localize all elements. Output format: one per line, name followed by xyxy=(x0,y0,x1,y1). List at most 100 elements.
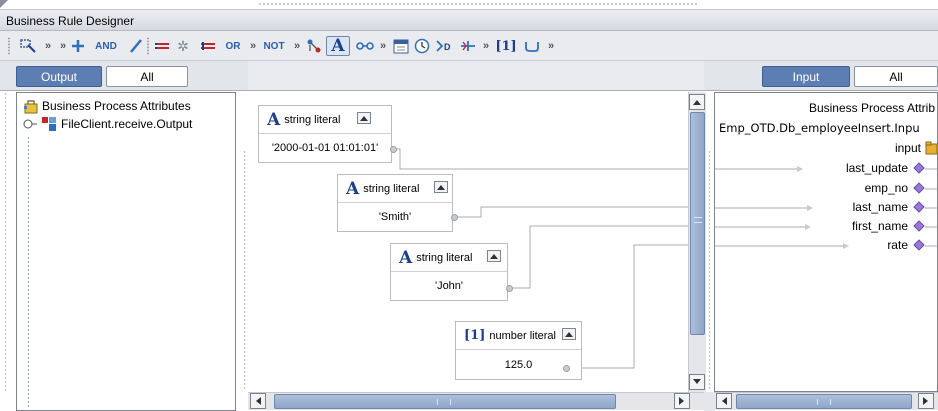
clock-icon[interactable] xyxy=(413,36,431,56)
top-drag-grip[interactable] xyxy=(258,2,698,6)
field-emp-no[interactable]: emp_no xyxy=(864,179,925,197)
string-literal-icon: A xyxy=(399,247,413,268)
field-rate[interactable]: rate xyxy=(887,236,925,254)
output-port[interactable] xyxy=(506,285,513,292)
tree-node-input[interactable]: input xyxy=(895,139,937,157)
thumb-grip xyxy=(437,399,451,405)
tree-node-label: Emp_OTD.Db_employeeInsert.Inpu xyxy=(719,121,920,135)
field-label: rate xyxy=(887,238,908,252)
literal-value[interactable]: '2000-01-01 01:01:01' xyxy=(259,134,391,162)
field-last-name[interactable]: last_name xyxy=(852,198,925,216)
scroll-right-button[interactable] xyxy=(674,393,690,409)
add-icon[interactable] xyxy=(70,36,86,56)
string-literal-node[interactable]: A string literal 'John' xyxy=(390,243,508,301)
collapse-node-button[interactable] xyxy=(487,250,501,262)
string-literal-node[interactable]: A string literal 'Smith' xyxy=(337,174,453,232)
collapse-node-button[interactable] xyxy=(562,328,576,340)
tab-input[interactable]: Input xyxy=(762,66,850,87)
field-last-update[interactable]: last_update xyxy=(845,159,925,177)
branch-icon[interactable] xyxy=(305,36,323,56)
scroll-left-button[interactable] xyxy=(716,393,732,409)
more-tools-icon[interactable]: » xyxy=(291,36,303,56)
literal-value[interactable]: 125.0 xyxy=(456,350,581,379)
calendar-icon[interactable] xyxy=(392,36,410,56)
string-literal-node[interactable]: A string literal '2000-01-01 01:01:01' xyxy=(258,105,392,163)
equals-icon[interactable] xyxy=(153,36,171,56)
field-connector-icon[interactable] xyxy=(913,182,925,194)
tree-node-label: FileClient.receive.Output xyxy=(61,117,193,131)
left-splitter[interactable] xyxy=(243,150,246,390)
field-connector-icon[interactable] xyxy=(913,162,925,174)
and-operator-button[interactable]: AND xyxy=(89,36,123,56)
toolbar-grip xyxy=(8,37,10,55)
input-horizontal-scrollbar[interactable] xyxy=(714,392,938,410)
thumb-grip xyxy=(694,217,702,223)
left-panel-grip[interactable] xyxy=(4,92,7,392)
tree-node-label: input xyxy=(894,141,921,155)
input-tab-bar: Input All xyxy=(704,61,938,91)
canvas-tab-spacer xyxy=(248,61,704,91)
input-tree-panel: Business Process Attrib Emp_OTD.Db_emplo… xyxy=(714,92,938,392)
field-label: last_name xyxy=(852,200,908,214)
undo-icon[interactable] xyxy=(522,36,542,56)
scroll-right-button[interactable] xyxy=(918,393,934,409)
output-port[interactable] xyxy=(563,365,570,372)
scroll-up-button[interactable] xyxy=(689,94,705,110)
scroll-left-button[interactable] xyxy=(250,393,266,409)
vertical-scroll-thumb[interactable] xyxy=(690,112,705,335)
more-tools-icon[interactable]: » xyxy=(377,36,389,56)
split-icon[interactable] xyxy=(459,36,477,56)
literal-type-label: string literal xyxy=(416,251,473,264)
convert-icon[interactable]: D xyxy=(434,36,456,56)
field-connector-icon[interactable] xyxy=(913,201,925,213)
more-tools-icon[interactable]: » xyxy=(41,36,55,56)
tree-node-business-process-attributes[interactable]: Business Process Attributes xyxy=(23,97,191,115)
more-tools-icon[interactable]: » xyxy=(56,36,70,56)
field-connector-icon[interactable] xyxy=(913,220,925,232)
tab-input-all[interactable]: All xyxy=(854,66,938,87)
folder-icon xyxy=(925,141,937,155)
more-tools-icon[interactable]: » xyxy=(247,36,259,56)
tab-output-all[interactable]: All xyxy=(106,66,188,87)
horizontal-scroll-thumb[interactable] xyxy=(274,394,616,409)
tree-node-emp-otd[interactable]: Emp_OTD.Db_employeeInsert.Inpu xyxy=(719,119,937,137)
more-tools-icon[interactable]: » xyxy=(480,36,492,56)
select-tool-icon[interactable] xyxy=(17,36,39,56)
horizontal-scroll-thumb[interactable] xyxy=(736,394,912,409)
more-tools-icon[interactable]: » xyxy=(545,36,557,56)
divide-icon[interactable] xyxy=(128,36,144,56)
collapse-node-button[interactable] xyxy=(434,181,448,193)
or-operator-button[interactable]: OR xyxy=(220,36,246,56)
field-label: last_update xyxy=(845,161,908,175)
number-literal-node[interactable]: [1] number literal 125.0 xyxy=(455,321,582,380)
collapse-corner-icon[interactable] xyxy=(0,0,8,8)
designer-title-bar: Business Rule Designer xyxy=(0,9,938,31)
output-port[interactable] xyxy=(451,214,458,221)
literal-type-label: string literal xyxy=(284,113,341,126)
string-literal-tool-icon[interactable]: A xyxy=(326,36,350,56)
scroll-down-button[interactable] xyxy=(689,374,705,390)
tree-node-business-process-attrib[interactable]: Business Process Attrib xyxy=(717,99,937,117)
tree-node-fileclient-output[interactable]: FileClient.receive.Output xyxy=(23,115,192,133)
field-label: emp_no xyxy=(864,181,908,195)
literal-value[interactable]: 'John' xyxy=(391,272,507,300)
output-port[interactable] xyxy=(390,146,397,153)
rule-canvas[interactable]: A string literal '2000-01-01 01:01:01' A… xyxy=(248,92,704,392)
collapse-node-button[interactable] xyxy=(357,112,371,124)
not-operator-button[interactable]: NOT xyxy=(259,36,289,56)
star-icon[interactable]: ✲ xyxy=(176,36,190,56)
link-icon[interactable] xyxy=(355,36,375,56)
field-first-name[interactable]: first_name xyxy=(852,217,925,235)
string-literal-icon: A xyxy=(267,109,281,130)
canvas-horizontal-scrollbar[interactable] xyxy=(248,392,704,410)
output-tab-bar: Output All xyxy=(0,61,248,91)
canvas-vertical-scrollbar[interactable] xyxy=(688,92,706,392)
field-connector-icon[interactable] xyxy=(913,239,925,251)
tab-output[interactable]: Output xyxy=(16,66,102,87)
number-literal-tool-button[interactable]: [1] xyxy=(494,36,518,56)
expand-handle-icon[interactable] xyxy=(23,117,37,131)
right-splitter[interactable] xyxy=(708,150,711,390)
not-equals-icon[interactable] xyxy=(199,36,217,56)
literal-value[interactable]: 'Smith' xyxy=(338,203,452,231)
toolbar: » » AND ✲ OR » NOT » A » D » [1] » xyxy=(0,31,938,61)
